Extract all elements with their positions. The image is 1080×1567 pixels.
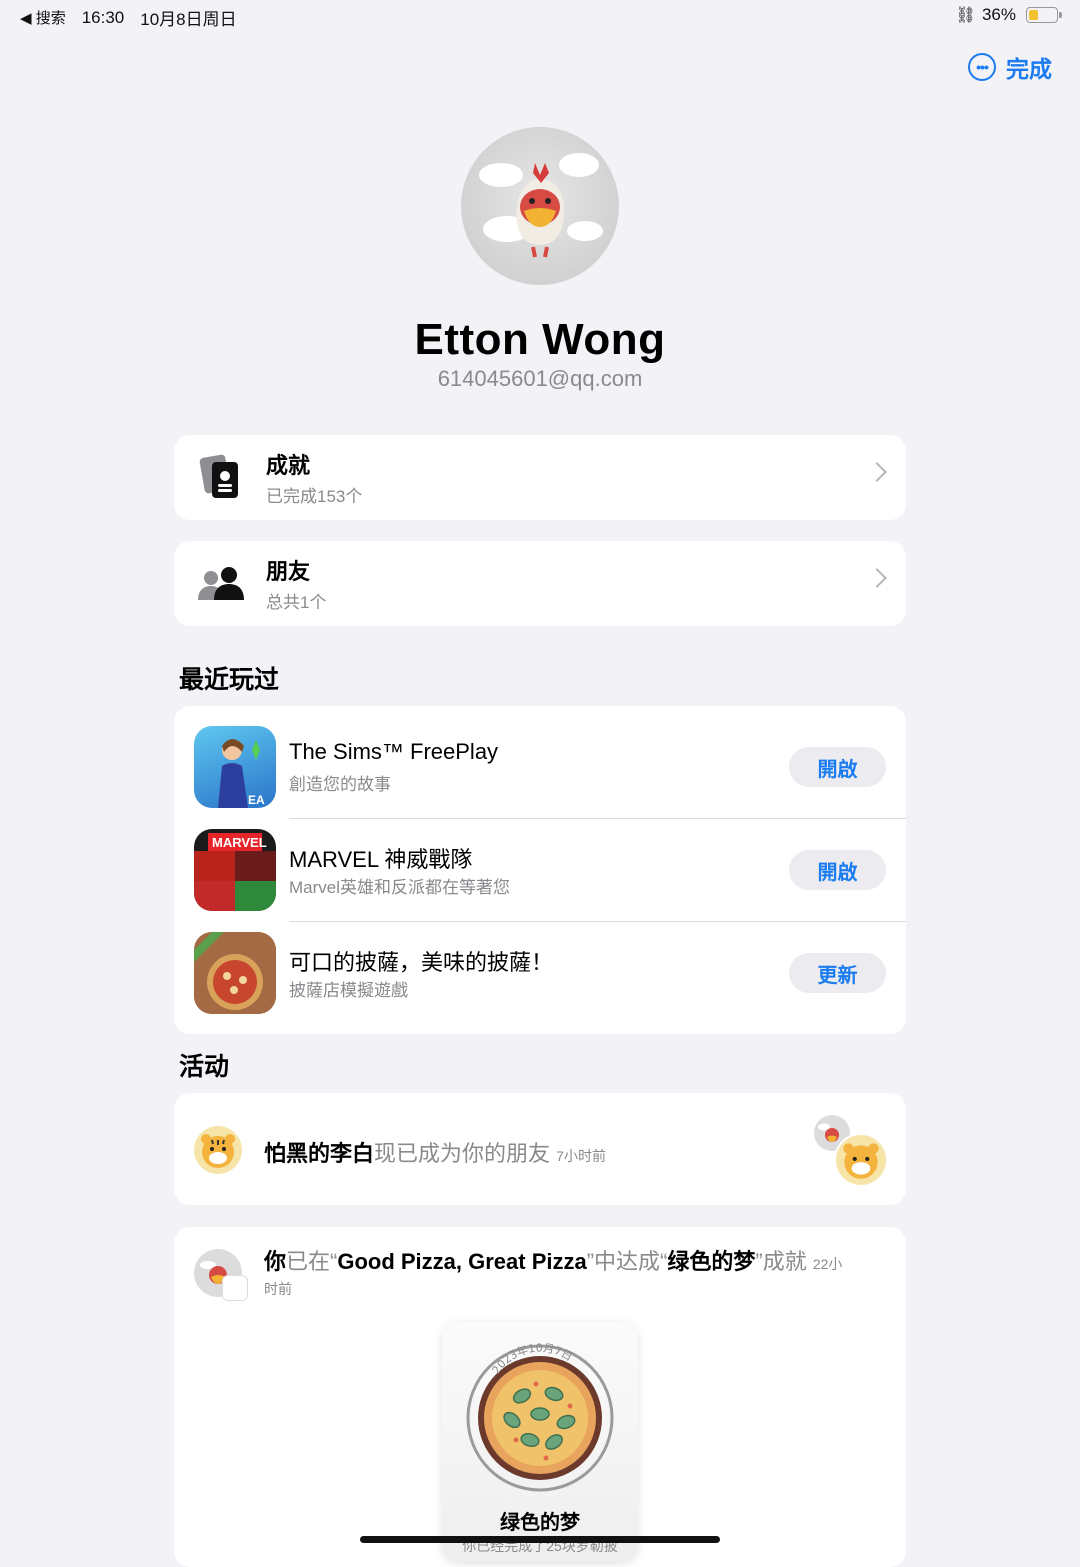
profile-email: 614045601@qq.com [437,366,643,391]
game-badge-icon [222,1275,248,1301]
activity-text: 你已在“Good Pizza, Great Pizza”中达成“绿色的梦”成就 … [264,1249,884,1277]
battery-fill [1029,10,1039,20]
friend-name[interactable]: 怕黑的李白 [264,1141,374,1166]
svg-text:MARVEL: MARVEL [212,835,267,850]
friends-subtitle: 总共1个 [266,593,327,612]
pizza-badge-icon: 2023年10月7日 [466,1342,614,1492]
sims-app-icon: EA [194,726,276,808]
open-button[interactable]: 開啟 [789,850,886,890]
battery-icon [1026,7,1062,23]
profile-name: Etton Wong [414,315,666,364]
done-button[interactable]: 完成 [1006,50,1052,84]
status-date: 10月8日周日 [140,10,237,29]
status-time: 16:30 [81,7,125,27]
profile-avatar[interactable] [461,127,619,285]
friends-row[interactable]: 朋友 总共1个 [174,541,906,626]
battery-percent: 36% [981,5,1016,24]
activity-message: 现已成为你的朋友 [374,1141,551,1166]
update-button[interactable]: 更新 [789,953,886,993]
nav-actions: ••• 完成 [968,50,1052,84]
game-title: The Sims™ FreePlay [289,739,499,764]
open-button[interactable]: 開啟 [789,747,886,787]
friend-tiger-avatar-small [834,1133,888,1187]
game-row-sims[interactable]: EA The Sims™ FreePlay 創造您的故事 開啟 [174,706,906,809]
activity-achievement-name: 绿色的梦 [667,1249,756,1274]
friends-title: 朋友 [266,559,311,584]
achievements-icon [196,452,248,504]
link-icon: ⛓ [955,7,976,24]
home-indicator[interactable] [360,1536,720,1543]
marvel-app-icon: MARVEL [194,829,276,911]
achievements-row[interactable]: 成就 已完成153个 [174,435,906,520]
activity-text-part: ”成就 [755,1249,807,1274]
svg-text:EA: EA [248,793,265,807]
status-bar: ◀ 搜索 16:30 10月8日周日 ⛓ 36% [0,0,1080,32]
game-row-pizza[interactable]: 可口的披薩，美味的披薩！ 披薩店模擬遊戲 更新 [174,912,906,1015]
game-title: MARVEL 神威戰隊 [289,847,473,872]
friends-icon [196,558,248,610]
achievements-subtitle: 已完成153个 [266,487,363,506]
game-row-marvel[interactable]: MARVEL MARVEL 神威戰隊 Marvel英雄和反派都在等著您 開啟 [174,809,906,912]
game-title: 可口的披薩，美味的披薩！ [289,950,554,975]
activity-time: 22小 [812,1256,843,1272]
achievements-title: 成就 [266,453,311,478]
activity-section-title: 活动 [179,1053,230,1081]
chevron-right-icon [867,568,887,588]
activity-time-cont: 时前 [264,1281,292,1297]
pizza-app-icon [194,932,276,1014]
activity-text: 怕黑的李白现已成为你的朋友 7小时前 [264,1136,606,1168]
game-subtitle: 披薩店模擬遊戲 [289,981,408,1000]
chicken-memoji-icon [479,153,603,258]
activity-game-name[interactable]: Good Pizza, Great Pizza [337,1249,586,1274]
activity-text-part: 已在“ [286,1249,338,1274]
recent-section-title: 最近玩过 [179,666,280,694]
game-subtitle: Marvel英雄和反派都在等著您 [289,878,511,897]
activity-text-part: ”中达成“ [586,1249,668,1274]
activity-subject: 你 [264,1249,287,1274]
achievement-badge-card[interactable]: 2023年10月7日 绿色的梦 你已经完成了25块罗勒披 [442,1322,638,1562]
chevron-right-icon [867,462,887,482]
back-to-search-link[interactable]: ◀ 搜索 [20,7,66,28]
activity-time: 7小时前 [556,1148,606,1164]
activity-item-friend[interactable]: 怕黑的李白现已成为你的朋友 7小时前 [174,1093,906,1205]
game-subtitle: 創造您的故事 [289,775,391,794]
more-options-icon[interactable]: ••• [968,53,996,81]
badge-title: 绿色的梦 [500,1512,580,1534]
tiger-avatar [194,1126,242,1174]
recent-games-list: EA The Sims™ FreePlay 創造您的故事 開啟 MARVEL M… [174,706,906,1034]
